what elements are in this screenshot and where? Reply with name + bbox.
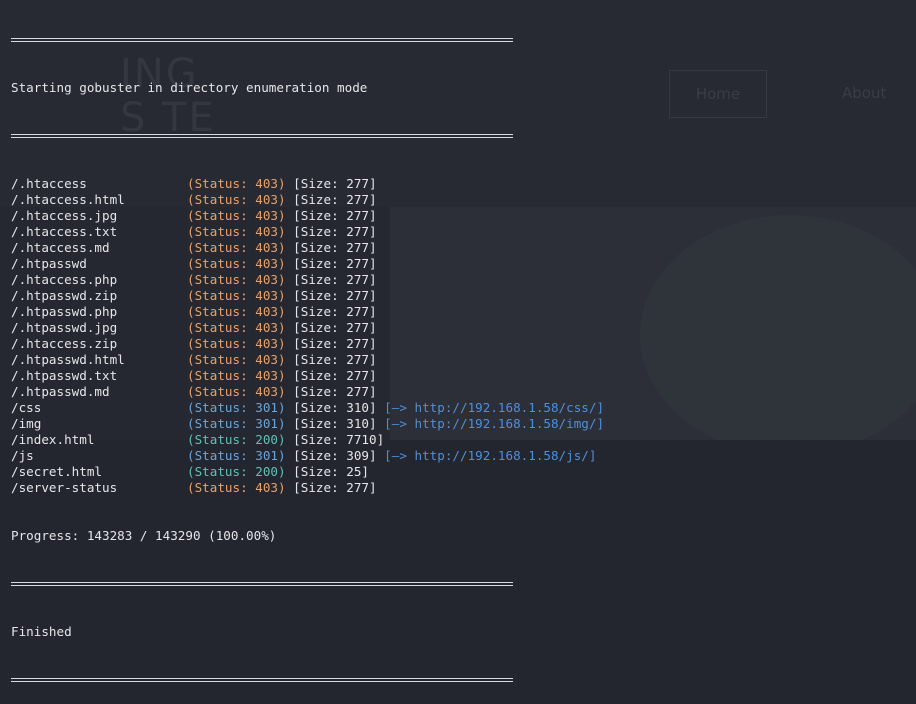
- header-line: Starting gobuster in directory enumerati…: [11, 80, 368, 95]
- result-row: /.htaccess.jpg (Status: 403) [Size: 277]: [11, 208, 604, 224]
- result-row: /.htpasswd (Status: 403) [Size: 277]: [11, 256, 604, 272]
- result-row: /index.html (Status: 200) [Size: 7710]: [11, 432, 604, 448]
- finished-line: Finished: [11, 624, 72, 639]
- status-code: (Status: 403): [187, 240, 286, 255]
- result-path: /.htaccess.zip: [11, 336, 118, 351]
- result-row: /img (Status: 301) [Size: 310] [—> http:/…: [11, 416, 604, 432]
- result-row: /.htaccess.php (Status: 403) [Size: 277]: [11, 272, 604, 288]
- result-row: /.htaccess.html (Status: 403) [Size: 277]: [11, 192, 604, 208]
- separator: [11, 672, 513, 688]
- result-path: /.htaccess.jpg: [11, 208, 118, 223]
- result-path: /.htaccess.txt: [11, 224, 118, 239]
- result-row: /.htpasswd.zip (Status: 403) [Size: 277]: [11, 288, 604, 304]
- status-code: (Status: 403): [187, 272, 286, 287]
- separator: [11, 576, 513, 592]
- status-code: (Status: 301): [187, 448, 286, 463]
- result-row: /.htpasswd.html (Status: 403) [Size: 277]: [11, 352, 604, 368]
- response-size: [Size: 277]: [293, 320, 377, 335]
- redirect-link[interactable]: [—> http://192.168.1.58/img/]: [384, 416, 604, 431]
- background-nav-about: About: [842, 84, 887, 102]
- response-size: [Size: 277]: [293, 480, 377, 495]
- result-row: /server-status (Status: 403) [Size: 277]: [11, 480, 604, 496]
- status-code: (Status: 403): [187, 192, 286, 207]
- result-path: /.htpasswd.jpg: [11, 320, 118, 335]
- status-code: (Status: 403): [187, 384, 286, 399]
- status-code: (Status: 403): [187, 304, 286, 319]
- result-path: /img: [11, 416, 42, 431]
- response-size: [Size: 277]: [293, 288, 377, 303]
- response-size: [Size: 277]: [293, 240, 377, 255]
- status-code: (Status: 403): [187, 368, 286, 383]
- result-row: /js (Status: 301) [Size: 309] [—> http://…: [11, 448, 604, 464]
- result-row: /css (Status: 301) [Size: 310] [—> http:/…: [11, 400, 604, 416]
- result-path: /server-status: [11, 480, 118, 495]
- response-size: [Size: 277]: [293, 272, 377, 287]
- background-nav-home: Home: [669, 70, 767, 118]
- result-path: /css: [11, 400, 42, 415]
- result-path: /.htaccess.html: [11, 192, 125, 207]
- status-code: (Status: 403): [187, 208, 286, 223]
- response-size: [Size: 277]: [293, 352, 377, 367]
- status-code: (Status: 301): [187, 416, 286, 431]
- status-code: (Status: 403): [187, 480, 286, 495]
- result-path: /index.html: [11, 432, 95, 447]
- result-row: /.htpasswd.jpg (Status: 403) [Size: 277]: [11, 320, 604, 336]
- result-path: /.htpasswd.txt: [11, 368, 118, 383]
- separator: [11, 128, 513, 144]
- result-row: /secret.html (Status: 200) [Size: 25]: [11, 464, 604, 480]
- result-path: /.htaccess.md: [11, 240, 110, 255]
- response-size: [Size: 309]: [293, 448, 377, 463]
- redirect-link[interactable]: [—> http://192.168.1.58/css/]: [384, 400, 604, 415]
- response-size: [Size: 277]: [293, 224, 377, 239]
- result-row: /.htpasswd.txt (Status: 403) [Size: 277]: [11, 368, 604, 384]
- status-code: (Status: 403): [187, 288, 286, 303]
- status-code: (Status: 403): [187, 352, 286, 367]
- status-code: (Status: 200): [187, 464, 286, 479]
- status-code: (Status: 403): [187, 336, 286, 351]
- result-row: /.htaccess.txt (Status: 403) [Size: 277]: [11, 224, 604, 240]
- response-size: [Size: 310]: [293, 400, 377, 415]
- result-row: /.htpasswd.md (Status: 403) [Size: 277]: [11, 384, 604, 400]
- separator: [11, 32, 513, 48]
- result-row: /.htaccess (Status: 403) [Size: 277]: [11, 176, 604, 192]
- response-size: [Size: 277]: [293, 176, 377, 191]
- response-size: [Size: 277]: [293, 304, 377, 319]
- result-path: /.htpasswd.php: [11, 304, 118, 319]
- result-path: /.htaccess: [11, 176, 87, 191]
- results-list: /.htaccess (Status: 403) [Size: 277]/.hta…: [11, 176, 604, 496]
- result-path: /.htpasswd.html: [11, 352, 125, 367]
- response-size: [Size: 277]: [293, 192, 377, 207]
- status-code: (Status: 301): [187, 400, 286, 415]
- result-path: /.htpasswd.md: [11, 384, 110, 399]
- result-path: /js: [11, 448, 34, 463]
- response-size: [Size: 277]: [293, 208, 377, 223]
- progress-line: Progress: 143283 / 143290 (100.00%): [11, 528, 277, 543]
- result-row: /.htaccess.md (Status: 403) [Size: 277]: [11, 240, 604, 256]
- status-code: (Status: 403): [187, 224, 286, 239]
- result-row: /.htpasswd.php (Status: 403) [Size: 277]: [11, 304, 604, 320]
- status-code: (Status: 403): [187, 256, 286, 271]
- response-size: [Size: 277]: [293, 384, 377, 399]
- result-path: /.htpasswd: [11, 256, 87, 271]
- result-path: /.htaccess.php: [11, 272, 118, 287]
- response-size: [Size: 310]: [293, 416, 377, 431]
- result-row: /.htaccess.zip (Status: 403) [Size: 277]: [11, 336, 604, 352]
- status-code: (Status: 403): [187, 320, 286, 335]
- result-path: /secret.html: [11, 464, 102, 479]
- result-path: /.htpasswd.zip: [11, 288, 118, 303]
- redirect-link[interactable]: [—> http://192.168.1.58/js/]: [384, 448, 596, 463]
- terminal-output: Starting gobuster in directory enumerati…: [11, 0, 604, 704]
- response-size: [Size: 277]: [293, 256, 377, 271]
- response-size: [Size: 25]: [293, 464, 369, 479]
- response-size: [Size: 277]: [293, 368, 377, 383]
- status-code: (Status: 403): [187, 176, 286, 191]
- response-size: [Size: 277]: [293, 336, 377, 351]
